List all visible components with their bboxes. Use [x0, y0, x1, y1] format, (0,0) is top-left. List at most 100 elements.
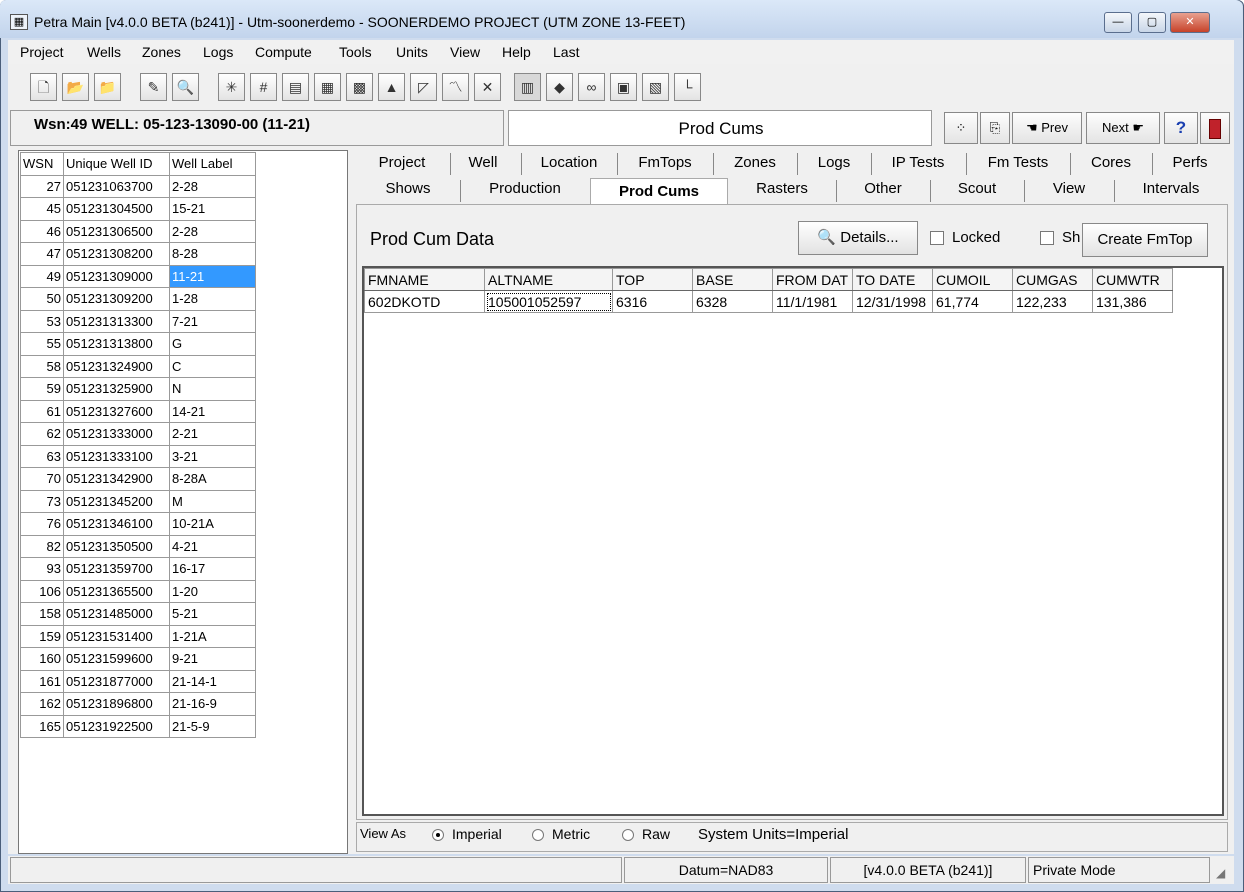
log-panel-icon[interactable]: ▧ [642, 73, 669, 101]
menu-last[interactable]: Last [553, 44, 579, 60]
zoom-icon[interactable]: 🔍 [172, 73, 199, 101]
3d-view-icon[interactable]: ▥ [514, 73, 541, 101]
well-list-row[interactable]: 50 051231309200 1-28 [20, 287, 256, 311]
uwi-cell[interactable]: 051231350500 [63, 534, 170, 558]
well-label-cell[interactable]: 21-16-9 [169, 692, 256, 716]
grid-row[interactable]: 602DKOTD 105001052597 6316 6328 11/1/198… [364, 290, 1173, 313]
tab-fm-tests[interactable]: Fm Tests [968, 152, 1068, 176]
well-label-cell[interactable]: 8-28A [169, 467, 256, 491]
col-header-to-date[interactable]: TO DATE [852, 268, 933, 291]
well-log-icon[interactable]: ▣ [610, 73, 637, 101]
well-label-cell[interactable]: 8-28 [169, 242, 256, 266]
cell-cumwtr[interactable]: 131,386 [1092, 290, 1173, 313]
wsn-cell[interactable]: 61 [20, 399, 64, 423]
uwi-cell[interactable]: 051231325900 [63, 377, 170, 401]
open-folder-icon[interactable]: 📂 [62, 73, 89, 101]
wsn-cell[interactable]: 82 [20, 534, 64, 558]
cell-cumgas[interactable]: 122,233 [1012, 290, 1093, 313]
cell-from-date[interactable]: 11/1/1981 [772, 290, 853, 313]
wsn-cell[interactable]: 46 [20, 219, 64, 243]
well-list-row[interactable]: 49 051231309000 11-21 [20, 264, 256, 288]
cell-to-date[interactable]: 12/31/1998 [852, 290, 933, 313]
maximize-button[interactable]: ▢ [1138, 12, 1166, 33]
well-list-row[interactable]: 161 051231877000 21-14-1 [20, 669, 256, 693]
mapping-icon[interactable]: ◆ [546, 73, 573, 101]
uwi-cell[interactable]: 051231063700 [63, 174, 170, 198]
well-list-row[interactable]: 82 051231350500 4-21 [20, 534, 256, 558]
wsn-cell[interactable]: 50 [20, 287, 64, 311]
uwi-cell[interactable]: 051231308200 [63, 242, 170, 266]
radio-imperial[interactable] [432, 829, 444, 841]
well-label-cell[interactable]: 2-21 [169, 422, 256, 446]
wsn-cell[interactable]: 63 [20, 444, 64, 468]
wsn-cell[interactable]: 45 [20, 197, 64, 221]
resize-grip-icon[interactable]: ◢ [1216, 866, 1225, 880]
uwi-cell[interactable]: 051231309000 [63, 264, 170, 288]
wsn-cell[interactable]: 73 [20, 489, 64, 513]
wsn-cell[interactable]: 27 [20, 174, 64, 198]
tab-intervals[interactable]: Intervals [1116, 178, 1226, 202]
uwi-cell[interactable]: 051231896800 [63, 692, 170, 716]
uwi-cell[interactable]: 051231324900 [63, 354, 170, 378]
well-label-cell[interactable]: 5-21 [169, 602, 256, 626]
tab-shows[interactable]: Shows [358, 178, 458, 202]
wsn-cell[interactable]: 158 [20, 602, 64, 626]
uwi-cell[interactable]: 051231327600 [63, 399, 170, 423]
folder-up-icon[interactable]: 📁 [94, 73, 121, 101]
well-list-row[interactable]: 61 051231327600 14-21 [20, 399, 256, 423]
menu-units[interactable]: Units [396, 44, 428, 60]
tab-scout[interactable]: Scout [932, 178, 1022, 202]
well-list-row[interactable]: 59 051231325900 N [20, 377, 256, 401]
well-list-row[interactable]: 53 051231313300 7-21 [20, 309, 256, 333]
decline-curve-icon[interactable]: └ [674, 73, 701, 101]
well-list-row[interactable]: 62 051231333000 2-21 [20, 422, 256, 446]
uwi-cell[interactable]: 051231485000 [63, 602, 170, 626]
well-list-row[interactable]: 160 051231599600 9-21 [20, 647, 256, 671]
prev-button[interactable]: ☚ Prev [1012, 112, 1082, 144]
well-list-row[interactable]: 93 051231359700 16-17 [20, 557, 256, 581]
binoculars-icon[interactable]: ∞ [578, 73, 605, 101]
crossplot-icon[interactable]: ◸ [410, 73, 437, 101]
create-fmtop-button[interactable]: Create FmTop [1082, 223, 1208, 257]
well-list-row[interactable]: 27 051231063700 2-28 [20, 174, 256, 198]
col-header-base[interactable]: BASE [692, 268, 773, 291]
well-cluster-icon[interactable]: ⁘ [944, 112, 978, 144]
wsn-cell[interactable]: 47 [20, 242, 64, 266]
well-list-row[interactable]: 63 051231333100 3-21 [20, 444, 256, 468]
tab-rasters[interactable]: Rasters [730, 178, 834, 202]
menu-logs[interactable]: Logs [203, 44, 233, 60]
map-icon[interactable]: ✳ [218, 73, 245, 101]
copy-icon[interactable]: ⎘ [980, 112, 1010, 144]
cell-top[interactable]: 6316 [612, 290, 693, 313]
cell-altname[interactable]: 105001052597 [484, 290, 613, 313]
tab-zones[interactable]: Zones [715, 152, 795, 176]
wsn-cell[interactable]: 70 [20, 467, 64, 491]
uwi-cell[interactable]: 051231306500 [63, 219, 170, 243]
grid-map-icon[interactable]: # [250, 73, 277, 101]
table-icon[interactable]: ▦ [314, 73, 341, 101]
well-list-row[interactable]: 159 051231531400 1-21A [20, 624, 256, 648]
uwi-cell[interactable]: 051231313300 [63, 309, 170, 333]
uwi-cell[interactable]: 051231599600 [63, 647, 170, 671]
well-label-cell[interactable]: 10-21A [169, 512, 256, 536]
tab-project[interactable]: Project [364, 152, 440, 176]
uwi-cell[interactable]: 051231531400 [63, 624, 170, 648]
well-label-cell[interactable]: 7-21 [169, 309, 256, 333]
wsn-cell[interactable]: 106 [20, 579, 64, 603]
well-label-cell[interactable]: 11-21 [169, 264, 256, 288]
well-label-cell[interactable]: 3-21 [169, 444, 256, 468]
well-label-cell[interactable]: N [169, 377, 256, 401]
well-label-cell[interactable]: 1-28 [169, 287, 256, 311]
well-list-row[interactable]: 45 051231304500 15-21 [20, 197, 256, 221]
col-header-cumgas[interactable]: CUMGAS [1012, 268, 1093, 291]
radio-raw[interactable] [622, 829, 634, 841]
spreadsheet-icon[interactable]: ▤ [282, 73, 309, 101]
cell-base[interactable]: 6328 [692, 290, 773, 313]
tab-prod-cums[interactable]: Prod Cums [590, 178, 728, 206]
col-header-cumoil[interactable]: CUMOIL [932, 268, 1013, 291]
well-label-cell[interactable]: 14-21 [169, 399, 256, 423]
tab-other[interactable]: Other [838, 178, 928, 202]
col-header-cumwtr[interactable]: CUMWTR [1092, 268, 1173, 291]
tab-fmtops[interactable]: FmTops [619, 152, 711, 176]
well-label-cell[interactable]: 2-28 [169, 174, 256, 198]
